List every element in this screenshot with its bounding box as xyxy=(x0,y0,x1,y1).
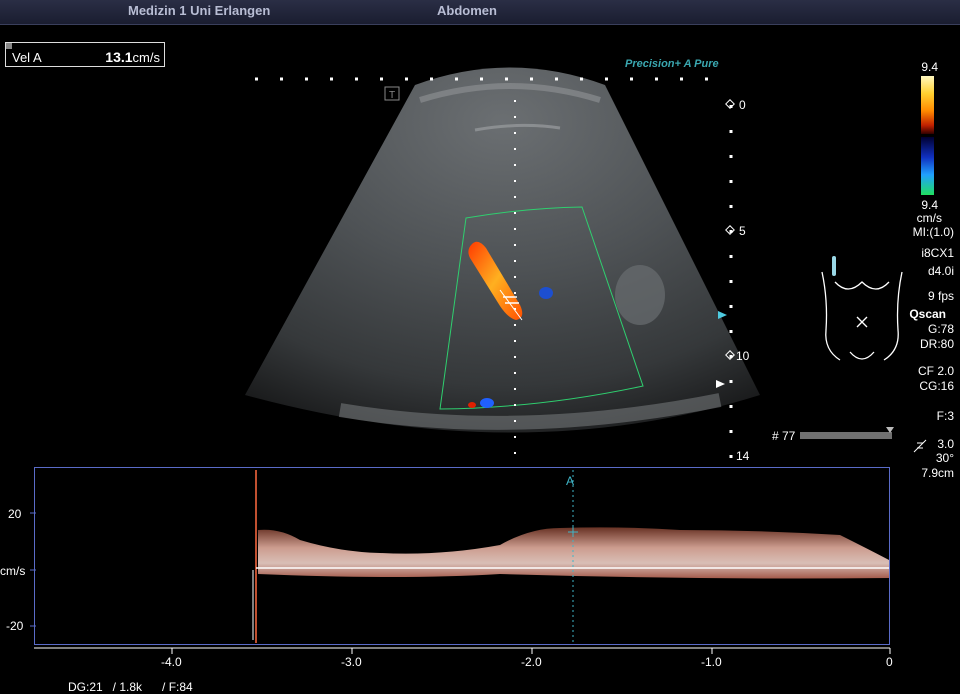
x-tick-neg4: -4.0 xyxy=(161,655,182,669)
b-mode-sector xyxy=(245,67,760,433)
color-bar-negative xyxy=(921,137,934,195)
depth-cm: 7.9cm xyxy=(921,466,954,480)
cine-frame-slider[interactable] xyxy=(800,432,892,439)
focus-marker-icon[interactable] xyxy=(718,311,727,319)
cursor-label: A xyxy=(566,474,575,488)
depth-label-0: 0 xyxy=(739,98,746,112)
frame-counter: # 77 xyxy=(772,429,796,443)
depth-label-14: 14 xyxy=(736,449,750,463)
doppler-settings: DG:21 / 1.8k / F:84 xyxy=(68,680,193,694)
probe-name: i8CX1 xyxy=(921,246,954,260)
svg-text:T: T xyxy=(389,90,395,101)
color-scale-max: 9.4 xyxy=(921,60,938,74)
y-axis-unit: cm/s xyxy=(0,564,26,578)
color-scale-unit: cm/s xyxy=(916,211,942,225)
transducer-position-icon xyxy=(832,256,836,276)
color-scale-min: 9.4 xyxy=(921,198,938,212)
sample-volume-size: 3.0 xyxy=(937,437,954,451)
body-marker-icon xyxy=(821,271,903,361)
frame-rate: 9 fps xyxy=(927,289,954,303)
qscan-label: Qscan xyxy=(909,307,946,321)
color-gain: CG:16 xyxy=(919,379,954,393)
x-tick-neg3: -3.0 xyxy=(341,655,362,669)
dynamic-range: DR:80 xyxy=(919,337,954,351)
x-tick-neg1: -1.0 xyxy=(701,655,722,669)
x-tick-neg2: -2.0 xyxy=(521,655,542,669)
y-tick-20: 20 xyxy=(8,507,22,521)
depth-label-10: 10 xyxy=(736,349,750,363)
color-frequency: CF 2.0 xyxy=(917,364,954,378)
focus-value: F:3 xyxy=(936,409,954,423)
depth-setting: d4.0i xyxy=(927,264,954,278)
x-tick-0: 0 xyxy=(886,655,893,669)
color-bar-positive xyxy=(921,76,934,134)
gain-value: G:78 xyxy=(927,322,954,336)
doppler-spectrum-panel xyxy=(34,467,890,645)
blue-flow-spot xyxy=(539,287,553,299)
sample-volume-icon xyxy=(913,439,927,453)
angle-value: 30° xyxy=(935,451,954,465)
y-tick-neg20: -20 xyxy=(6,619,24,633)
depth-label-5: 5 xyxy=(739,224,746,238)
mi-value: MI:(1.0) xyxy=(912,225,954,239)
